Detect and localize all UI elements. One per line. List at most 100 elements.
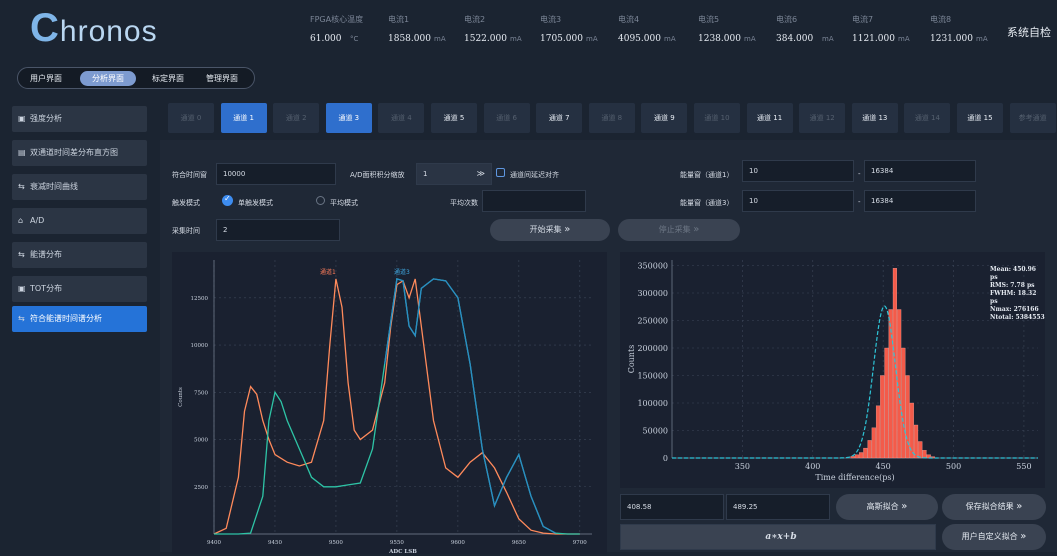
tab-user[interactable]: 用户界面	[24, 71, 68, 86]
sidebar-item-label: A/D	[30, 216, 45, 225]
y-tick-label: 2500	[194, 485, 208, 491]
meter-unit: mA	[664, 35, 676, 43]
channel-tab-9[interactable]: 通道 9	[641, 103, 688, 133]
sidebar-item-time-diff[interactable]: ▤ 双通道时间差分布直方图	[12, 140, 147, 166]
sidebar-item-energy[interactable]: ⇆ 能谱分布	[12, 242, 147, 268]
y-tick-label: 150000	[637, 372, 668, 381]
energy1-high-input[interactable]: 16384	[864, 160, 976, 182]
legend-label: 通道1	[320, 268, 336, 276]
y-tick-label: 0	[663, 454, 668, 463]
meter-label: 电流5	[698, 15, 720, 24]
meter-label: 电流3	[540, 15, 562, 24]
channel-tab-12[interactable]: 通道 12	[799, 103, 846, 133]
channel-tab-2[interactable]: 通道 2	[273, 103, 320, 133]
average-mode-radio[interactable]	[316, 196, 325, 205]
x-tick-label: 9550	[390, 540, 404, 546]
channel-tab-4[interactable]: 通道 4	[378, 103, 425, 133]
channel-tab-6[interactable]: 通道 6	[483, 103, 530, 133]
meter-value: 1238.000	[698, 34, 741, 44]
gaussian-fit-curve	[672, 305, 1038, 459]
sidebar-item-decay[interactable]: ⇆ 衰减时间曲线	[12, 174, 147, 200]
meter-value: 1858.000	[388, 34, 431, 44]
meter-value: 1231.000	[930, 34, 973, 44]
channel-tab-bar: 通道 0 通道 1 通道 2 通道 3 通道 4 通道 5 通道 6 通道 7 通道 8 通道 9…	[160, 98, 1057, 140]
meter-label: FPGA核心温度	[310, 15, 364, 24]
custom-formula-input[interactable]: a∗x+b	[620, 524, 936, 550]
gauss-fit-button[interactable]: 高斯拟合 »	[836, 494, 938, 520]
header-bar: Chronos FPGA核心温度 61.000 °C 电流1 1858.000 mA 电流2…	[0, 0, 1057, 58]
delay-align-checkbox[interactable]	[496, 168, 505, 177]
double-chevron-icon: »	[901, 501, 908, 512]
sidebar-item-ad[interactable]: ⌂ A/D	[12, 208, 147, 234]
sidebar-item-label: 强度分析	[30, 114, 62, 123]
meter-unit: mA	[510, 35, 522, 43]
fit-stat-line: Nmax: 276166	[990, 306, 1039, 313]
custom-fit-button[interactable]: 用户自定义拟合 »	[942, 524, 1046, 550]
channel-tab-0[interactable]: 通道 0	[168, 103, 214, 133]
curve-icon: ⇆	[18, 314, 25, 323]
sidebar-item-label: 能谱分布	[30, 250, 62, 259]
fit-stats-box: Mean: 450.96 ps RMS: 7.78 ps FWHM: 18.32 p…	[990, 266, 1045, 322]
legend-label: 通道3	[394, 268, 410, 276]
channel-tab-10[interactable]: 通道 10	[694, 103, 740, 133]
channel-tab-8[interactable]: 通道 8	[588, 103, 635, 133]
double-chevron-icon: »	[693, 224, 700, 235]
avg-count-input[interactable]	[482, 190, 586, 212]
save-fit-button[interactable]: 保存拟合结果 »	[942, 494, 1046, 520]
ad-scale-select[interactable]: 1 ≫	[416, 163, 492, 185]
collect-time-input[interactable]: 2	[216, 219, 340, 241]
sidebar-item-intensity[interactable]: ▣ 强度分析	[12, 106, 147, 132]
meter-label: 电流2	[464, 15, 486, 24]
x-tick-label: 450	[876, 462, 891, 471]
y-tick-label: 10000	[191, 343, 209, 349]
channel-tab-5[interactable]: 通道 5	[431, 103, 477, 133]
energy3-high-input[interactable]: 16384	[864, 190, 976, 212]
channel-tab-15[interactable]: 通道 15	[957, 103, 1003, 133]
sidebar-item-tot[interactable]: ▣ TOT分布	[12, 276, 147, 302]
x-tick-label: 400	[805, 462, 820, 471]
histogram-bar	[875, 405, 881, 459]
histogram-bar	[867, 440, 872, 459]
channel-tab-7[interactable]: 通道 7	[536, 103, 583, 133]
avg-count-label: 平均次数	[450, 199, 478, 207]
channel-tab-14[interactable]: 通道 14	[904, 103, 951, 133]
histogram-bar	[880, 375, 885, 459]
meter: 电流4 4095.000 mA	[618, 14, 708, 48]
sidebar-item-label: 衰减时间曲线	[30, 182, 78, 191]
channel-tab-1[interactable]: 通道 1	[220, 103, 267, 133]
collect-time-label: 采集时间	[172, 227, 200, 235]
start-collect-button[interactable]: 开始采集 »	[490, 219, 610, 241]
histogram-bar	[905, 375, 910, 459]
fit-low-input[interactable]: 408.58	[620, 494, 724, 520]
channel-tab-11[interactable]: 通道 11	[746, 103, 793, 133]
sidebar-item-coincidence[interactable]: ⇆ 符合能谱时间谱分析	[12, 306, 147, 332]
meter-unit: °C	[350, 35, 359, 43]
ad-scale-label: A/D面积积分缩放	[350, 171, 405, 179]
stop-collect-label: 停止采集	[658, 225, 691, 234]
meter-value: 1121.000	[852, 34, 895, 44]
stop-collect-button[interactable]: 停止采集 »	[618, 219, 740, 241]
energy1-low-input[interactable]: 10	[742, 160, 854, 182]
meter: 电流7 1121.000 mA	[852, 14, 942, 48]
selftest-button[interactable]: 系统自检	[1007, 24, 1051, 40]
tab-analysis[interactable]: 分析界面	[80, 71, 136, 86]
single-trigger-radio[interactable]: ✓	[222, 194, 233, 206]
meter: 电流3 1705.000 mA	[540, 14, 630, 48]
meter-label: 电流7	[852, 15, 874, 24]
meter-unit: mA	[898, 35, 910, 43]
tab-admin[interactable]: 管理界面	[200, 71, 244, 86]
x-tick-label: 9600	[451, 540, 465, 546]
meter-label: 电流8	[930, 15, 952, 24]
fit-high-input[interactable]: 489.25	[726, 494, 830, 520]
channel-tab-3[interactable]: 通道 3	[325, 103, 372, 133]
energy3-low-input[interactable]: 10	[742, 190, 854, 212]
meter-label: 电流1	[388, 15, 410, 24]
energy1-dash: -	[858, 170, 861, 178]
meter-value: 1522.000	[464, 34, 507, 44]
tab-calibration[interactable]: 标定界面	[146, 71, 190, 86]
chart-icon: ▣	[18, 114, 26, 123]
coinc-window-input[interactable]: 10000	[216, 163, 336, 185]
channel-tab-16[interactable]: 参考通道	[1009, 103, 1056, 133]
channel-tab-13[interactable]: 通道 13	[851, 103, 898, 133]
average-mode-label: 平均模式	[330, 199, 358, 207]
